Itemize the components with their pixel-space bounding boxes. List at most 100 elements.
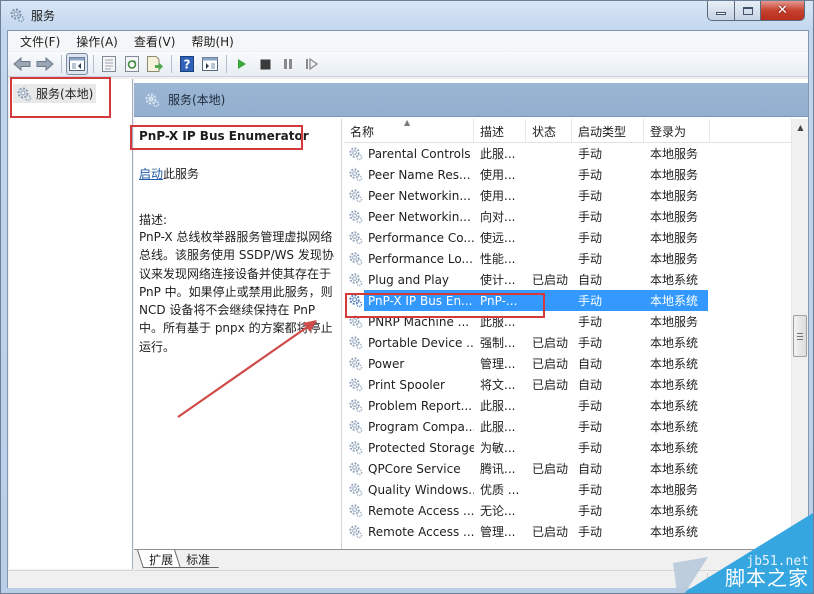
service-startup-type: 自动 bbox=[578, 273, 603, 287]
service-name-cell: Quality Windows... bbox=[344, 480, 474, 499]
service-name: Remote Access ... bbox=[368, 503, 474, 518]
service-status: 已启动 bbox=[532, 336, 569, 350]
service-row[interactable]: QPCore Service 腾讯... 已启动 自动 本地系统 bbox=[344, 458, 794, 479]
service-name-cell: Protected Storage bbox=[344, 438, 474, 457]
help-button[interactable]: ? bbox=[176, 53, 198, 75]
help-icon: ? bbox=[180, 56, 194, 72]
service-gear-icon bbox=[349, 441, 363, 455]
service-row[interactable]: Performance Co... 使远... 手动 本地服务 bbox=[344, 227, 794, 248]
service-row[interactable]: Parental Controls 此服... 手动 本地服务 bbox=[344, 143, 794, 164]
scroll-thumb[interactable] bbox=[793, 315, 807, 357]
refresh-button[interactable] bbox=[121, 53, 143, 75]
back-icon bbox=[13, 57, 31, 71]
service-row[interactable]: Peer Networkin... 使用... 手动 本地服务 bbox=[344, 185, 794, 206]
service-log-on-as: 本地服务 bbox=[650, 189, 699, 203]
service-description: 使计... bbox=[480, 273, 516, 287]
service-status: 已启动 bbox=[532, 462, 569, 476]
column-header-description[interactable]: 描述 bbox=[474, 119, 526, 143]
scroll-up-icon[interactable]: ▲ bbox=[792, 119, 808, 136]
menu-file[interactable]: 文件(F) bbox=[12, 33, 68, 50]
service-name: Peer Name Res... bbox=[368, 167, 471, 182]
service-log-on-as: 本地系统 bbox=[650, 399, 699, 413]
tab-standard[interactable]: 标准 bbox=[174, 550, 219, 568]
service-name: Print Spooler bbox=[368, 377, 445, 392]
maximize-button[interactable] bbox=[735, 1, 761, 21]
service-description: 向对... bbox=[480, 210, 516, 224]
menu-help[interactable]: 帮助(H) bbox=[183, 33, 241, 50]
service-gear-icon bbox=[349, 420, 363, 434]
service-gear-icon bbox=[349, 231, 363, 245]
minimize-button[interactable] bbox=[707, 1, 735, 21]
title-bar[interactable]: 服务 ✕ bbox=[1, 1, 813, 29]
close-icon: ✕ bbox=[777, 3, 788, 18]
service-name: Program Compa... bbox=[368, 419, 474, 434]
service-log-on-as: 本地服务 bbox=[650, 147, 699, 161]
service-row[interactable]: Problem Report... 此服... 手动 本地系统 bbox=[344, 395, 794, 416]
export-list-button[interactable] bbox=[144, 53, 166, 75]
service-description: 腾讯... bbox=[480, 462, 516, 476]
close-button[interactable]: ✕ bbox=[761, 1, 805, 21]
service-name-cell: Performance Co... bbox=[344, 228, 474, 247]
service-log-on-as: 本地服务 bbox=[650, 315, 699, 329]
column-header-status[interactable]: 状态 bbox=[526, 119, 572, 143]
service-description: 此服... bbox=[480, 399, 516, 413]
service-log-on-as: 本地系统 bbox=[650, 273, 699, 287]
service-row[interactable]: Program Compa... 此服... 手动 本地系统 bbox=[344, 416, 794, 437]
service-startup-type: 自动 bbox=[578, 378, 603, 392]
service-gear-icon bbox=[349, 189, 363, 203]
show-hide-action-pane-button[interactable] bbox=[199, 53, 221, 75]
back-button[interactable] bbox=[11, 53, 33, 75]
column-label: 描述 bbox=[480, 124, 505, 139]
service-gear-icon bbox=[349, 168, 363, 182]
pane-header-title: 服务(本地) bbox=[168, 93, 226, 107]
column-header-name[interactable]: ▲ 名称 bbox=[344, 119, 474, 143]
restart-service-button[interactable] bbox=[300, 53, 322, 75]
properties-icon bbox=[102, 56, 116, 72]
service-name: Peer Networkin... bbox=[368, 209, 471, 224]
service-name-cell: Performance Lo... bbox=[344, 249, 474, 268]
pause-service-button[interactable] bbox=[277, 53, 299, 75]
service-startup-type: 手动 bbox=[578, 168, 603, 182]
service-log-on-as: 本地服务 bbox=[650, 231, 699, 245]
column-header-log-on-as[interactable]: 登录为 bbox=[644, 119, 710, 143]
service-row[interactable]: Print Spooler 将文... 已启动 自动 本地系统 bbox=[344, 374, 794, 395]
service-log-on-as: 本地系统 bbox=[650, 357, 699, 371]
service-description: 此服... bbox=[480, 147, 516, 161]
highlight-service-title bbox=[130, 125, 303, 150]
start-service-button[interactable] bbox=[231, 53, 253, 75]
service-name-cell: Remote Access ... bbox=[344, 501, 474, 520]
service-row[interactable]: Protected Storage 为敏... 手动 本地系统 bbox=[344, 437, 794, 458]
service-gear-icon bbox=[349, 273, 363, 287]
service-description: 此服... bbox=[480, 420, 516, 434]
show-hide-console-tree-button[interactable] bbox=[66, 53, 88, 75]
service-name-cell: Plug and Play bbox=[344, 270, 474, 289]
stop-service-button[interactable] bbox=[254, 53, 276, 75]
watermark: jb51.net 脚本之家 bbox=[663, 513, 813, 593]
service-row[interactable]: Plug and Play 使计... 已启动 自动 本地系统 bbox=[344, 269, 794, 290]
forward-button[interactable] bbox=[34, 53, 56, 75]
service-row[interactable]: Performance Lo... 性能... 手动 本地服务 bbox=[344, 248, 794, 269]
service-description: 性能... bbox=[480, 252, 516, 266]
menu-action[interactable]: 操作(A) bbox=[68, 33, 126, 50]
service-log-on-as: 本地系统 bbox=[650, 378, 699, 392]
service-description: 管理... bbox=[480, 525, 516, 539]
service-name: Plug and Play bbox=[368, 272, 450, 287]
service-startup-type: 手动 bbox=[578, 189, 603, 203]
service-gear-icon bbox=[349, 483, 363, 497]
service-row[interactable]: Portable Device ... 强制... 已启动 手动 本地系统 bbox=[344, 332, 794, 353]
menu-view[interactable]: 查看(V) bbox=[126, 33, 184, 50]
service-log-on-as: 本地系统 bbox=[650, 441, 699, 455]
start-service-link[interactable]: 启动 bbox=[139, 167, 163, 181]
column-header-startup-type[interactable]: 启动类型 bbox=[572, 119, 644, 143]
vertical-scrollbar[interactable]: ▲ bbox=[791, 119, 808, 549]
service-row[interactable]: Quality Windows... 优质 ... 手动 本地服务 bbox=[344, 479, 794, 500]
start-service-suffix: 此服务 bbox=[163, 167, 200, 181]
service-row[interactable]: Peer Networkin... 向对... 手动 本地服务 bbox=[344, 206, 794, 227]
menu-bar: 文件(F) 操作(A) 查看(V) 帮助(H) bbox=[8, 31, 808, 51]
start-service-line: 启动此服务 bbox=[139, 165, 199, 182]
service-row[interactable]: Peer Name Res... 使用... 手动 本地服务 bbox=[344, 164, 794, 185]
forward-icon bbox=[36, 57, 54, 71]
properties-button[interactable] bbox=[98, 53, 120, 75]
service-row[interactable]: Power 管理... 已启动 自动 本地系统 bbox=[344, 353, 794, 374]
pause-icon bbox=[284, 59, 292, 69]
